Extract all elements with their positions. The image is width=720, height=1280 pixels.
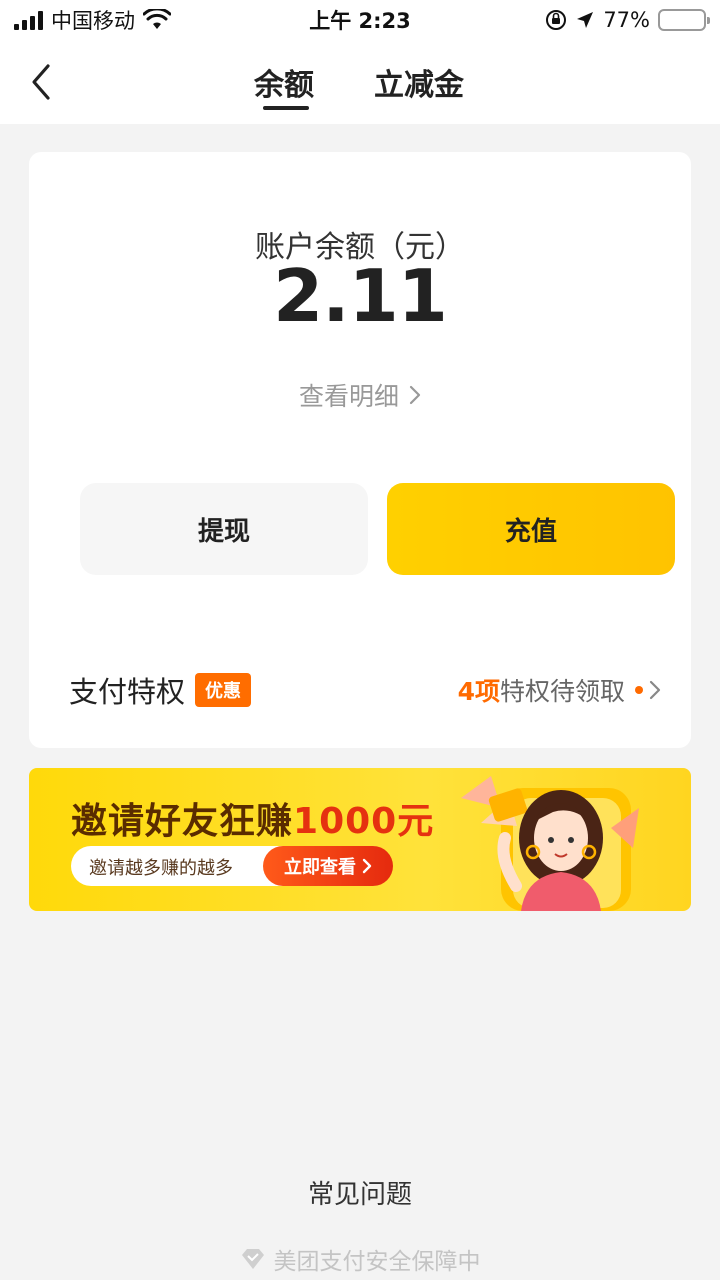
payment-privilege-row[interactable]: 支付特权 优惠 4项特权待领取 [69, 668, 661, 712]
signal-icon [14, 10, 43, 30]
view-now-label: 立即查看 [284, 857, 356, 878]
discount-badge: 优惠 [195, 673, 252, 707]
diamond-shield-icon [241, 1249, 264, 1269]
privilege-right: 4项特权待领取 [458, 672, 661, 708]
status-left: 中国移动 [14, 5, 171, 35]
view-now-button[interactable]: 立即查看 [263, 846, 393, 886]
recharge-button[interactable]: 充值 [387, 483, 675, 575]
privilege-title: 支付特权 [69, 675, 186, 709]
banner-subtitle-pill: 邀请越多赚的越多 立即查看 [71, 846, 393, 886]
battery-percent: 77% [603, 8, 650, 32]
privilege-suffix: 特权待领取 [499, 677, 625, 706]
tab-instant-discount[interactable]: 立减金 [374, 60, 464, 104]
balance-card: 账户余额（元） 2.11 查看明细 提现 充值 支付特权 优惠 4项特权待领取 [29, 152, 691, 748]
view-details-label: 查看明细 [298, 382, 399, 411]
banner-title-prefix: 邀请好友狂赚 [71, 801, 294, 842]
security-text: 美团支付安全保障中 [273, 1249, 481, 1275]
top-nav: 余额 立减金 [0, 40, 720, 124]
carrier-name: 中国移动 [51, 9, 135, 33]
faq-link[interactable]: 常见问题 [0, 1174, 720, 1211]
notification-dot [635, 686, 643, 694]
status-right: 77% [545, 8, 710, 32]
banner-subtitle: 邀请越多赚的越多 [89, 858, 233, 879]
view-details-link[interactable]: 查看明细 [29, 377, 691, 413]
orientation-lock-icon [546, 10, 567, 30]
privilege-left: 支付特权 优惠 [69, 669, 252, 711]
location-icon [577, 12, 594, 28]
wifi-icon [143, 9, 171, 29]
chevron-right-icon [409, 385, 421, 405]
battery-icon [658, 9, 710, 31]
banner-title: 邀请好友狂赚1000元 [71, 792, 434, 844]
banner-title-highlight: 1000元 [293, 801, 435, 842]
privilege-status: 4项特权待领取 [458, 672, 625, 708]
security-notice: 美团支付安全保障中 [0, 1242, 720, 1276]
balance-amount: 2.11 [273, 254, 448, 338]
active-tab-indicator [263, 106, 309, 110]
back-arrow-icon[interactable] [28, 62, 54, 102]
privilege-count: 4项 [457, 677, 500, 706]
status-bar: 中国移动 上午 2:23 77% [0, 0, 720, 40]
invite-friends-banner[interactable]: 邀请好友狂赚1000元 邀请越多赚的越多 立即查看 [29, 768, 691, 911]
girl-illustration-icon [461, 776, 639, 911]
tab-balance[interactable]: 余额 [254, 60, 314, 104]
chevron-right-icon [649, 680, 661, 700]
chevron-right-icon [362, 858, 372, 874]
withdraw-button[interactable]: 提现 [80, 483, 368, 575]
